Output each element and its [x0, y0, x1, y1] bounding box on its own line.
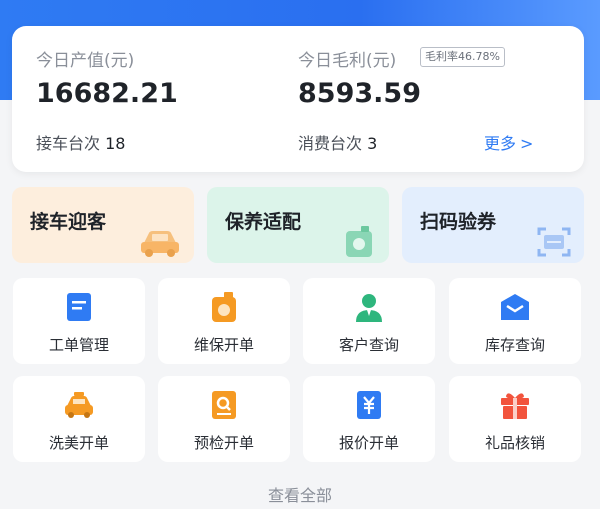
gift-icon	[501, 393, 529, 419]
quick-action-label: 接车迎客	[30, 211, 107, 233]
grid-item-customer-query[interactable]: 客户查询	[303, 278, 435, 364]
pickup-count: 接车台次 18	[36, 130, 125, 154]
output-label: 今日产值(元)	[36, 51, 135, 71]
more-link[interactable]: 更多 >	[484, 130, 533, 154]
quick-action-label: 保养适配	[225, 211, 302, 233]
quote-icon	[357, 391, 381, 419]
scan-icon	[537, 227, 571, 257]
precheck-icon	[212, 391, 236, 419]
grid-item-label: 工单管理	[48, 336, 109, 354]
work-order-icon	[67, 293, 91, 321]
grid-item-inventory-query[interactable]: 库存查询	[449, 278, 581, 364]
car-icon	[141, 231, 179, 257]
maintenance-order-icon	[212, 292, 236, 322]
view-all-link[interactable]: 查看全部	[0, 482, 600, 506]
stats-card: 今日产值(元) 16682.21 接车台次 18 今日毛利(元) 毛利率46.7…	[12, 26, 584, 172]
output-value: 16682.21	[36, 78, 178, 109]
grid-item-quote-order[interactable]: 报价开单	[303, 376, 435, 462]
grid-item-label: 预检开单	[193, 434, 254, 452]
quick-action-label: 扫码验券	[420, 211, 497, 233]
grid-item-work-order[interactable]: 工单管理	[13, 278, 145, 364]
grid-item-label: 客户查询	[338, 336, 399, 354]
profit-label: 今日毛利(元)	[298, 51, 397, 71]
inventory-icon	[501, 294, 529, 320]
quick-action-scan-coupon[interactable]: 扫码验券	[402, 187, 584, 263]
profit-value: 8593.59	[298, 78, 421, 109]
pickup-value: 18	[105, 134, 126, 153]
grid-item-label: 库存查询	[484, 336, 545, 354]
chevron-right-icon: >	[520, 134, 534, 153]
grid-item-gift-redeem[interactable]: 礼品核销	[449, 376, 581, 462]
quick-action-pickup[interactable]: 接车迎客	[12, 187, 194, 263]
grid-item-label: 洗美开单	[48, 434, 109, 452]
consume-value: 3	[367, 134, 378, 153]
oil-can-icon	[346, 226, 372, 257]
grid-item-maintenance-order[interactable]: 维保开单	[158, 278, 290, 364]
consume-label: 消费台次	[298, 134, 363, 153]
grid-item-car-wash-order[interactable]: 洗美开单	[13, 376, 145, 462]
margin-badge: 毛利率46.78%	[420, 47, 505, 67]
consume-count: 消费台次 3	[298, 130, 377, 154]
more-label: 更多	[484, 134, 517, 153]
grid-item-label: 维保开单	[193, 336, 254, 354]
car-wash-icon	[65, 392, 93, 418]
pickup-label: 接车台次	[36, 134, 101, 153]
quick-action-maintenance-match[interactable]: 保养适配	[207, 187, 389, 263]
customer-icon	[356, 294, 382, 322]
grid-item-label: 报价开单	[338, 434, 399, 452]
grid-item-precheck-order[interactable]: 预检开单	[158, 376, 290, 462]
grid-item-label: 礼品核销	[484, 434, 545, 452]
